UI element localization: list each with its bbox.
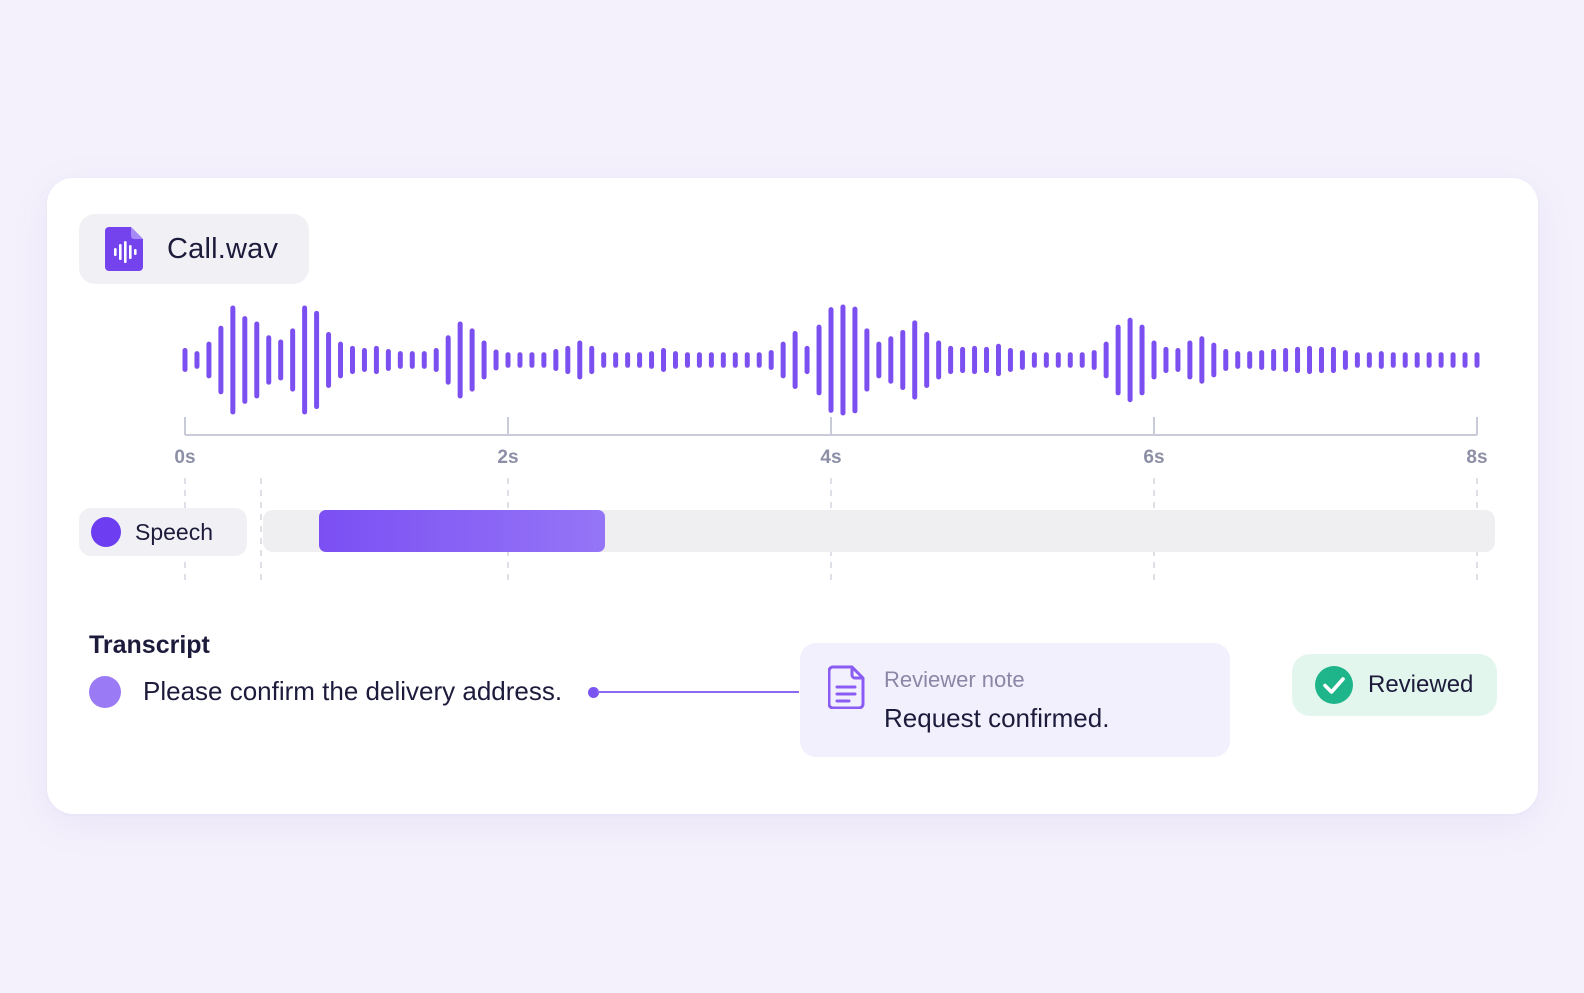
- time-axis-label: 8s: [1466, 447, 1487, 468]
- speech-label-chip[interactable]: Speech: [79, 508, 247, 556]
- document-icon: [828, 665, 865, 709]
- transcript-line[interactable]: Please confirm the delivery address.: [143, 676, 562, 707]
- time-axis-label: 6s: [1143, 447, 1164, 468]
- reviewed-label: Reviewed: [1368, 671, 1474, 698]
- reviewer-note-card[interactable]: Reviewer note Request confirmed.: [800, 643, 1230, 757]
- transcript-title: Transcript: [89, 631, 210, 659]
- speech-label: Speech: [135, 518, 214, 545]
- speaker-dot: [89, 676, 121, 708]
- speech-color-dot: [91, 517, 121, 547]
- check-circle-icon: [1315, 666, 1353, 704]
- connector-line: [597, 691, 799, 693]
- speech-segment[interactable]: [319, 510, 605, 552]
- reviewer-note-label: Reviewer note: [884, 667, 1025, 692]
- time-axis-label: 0s: [174, 447, 195, 468]
- time-axis-label: 4s: [820, 447, 841, 468]
- reviewed-status-badge[interactable]: Reviewed: [1292, 654, 1497, 716]
- reviewer-note-text: Request confirmed.: [884, 703, 1110, 733]
- audio-review-card: Call.wav 0s 2s 4s 6s 8s Speech Transcript Pl…: [47, 178, 1538, 814]
- time-axis-label: 2s: [497, 447, 518, 468]
